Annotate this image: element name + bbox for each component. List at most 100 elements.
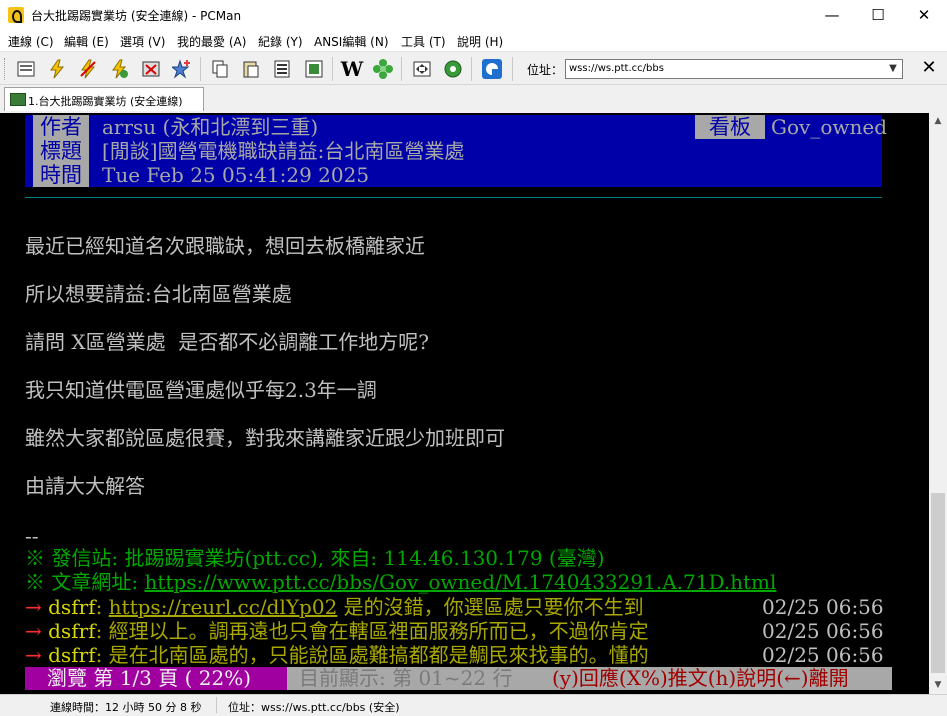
tab-bar: 1.台大批踢踢實業坊 (安全連線) [0,85,947,113]
url-line: ※ 文章網址: https://www.ptt.cc/bbs/Gov_owned… [25,571,776,593]
url-prefix: ※ 文章網址: [25,570,145,594]
fullscreen-button[interactable] [410,57,434,81]
toolbar-separator [471,57,472,81]
push-arrow: → [25,595,42,619]
address-combobox[interactable]: ▼ [565,59,903,79]
time-label: 時間 [33,163,89,187]
scroll-down-icon[interactable]: ▼ [929,677,947,694]
close-tab-button[interactable]: ✕ [918,57,940,79]
paste-icon [243,61,259,78]
push-user: dsfrf [48,595,96,619]
quick-connect-icon [50,59,65,79]
menu-help[interactable]: 說明 (H) [457,33,503,50]
settings-button[interactable] [441,57,465,81]
menu-options[interactable]: 選項 (V) [120,33,165,50]
key-hints: (y)回應(X%)推文(h)說明(←)離開 [552,666,849,690]
toolbar: W 位址： ▼ ✕ [0,52,947,85]
toolbar-separator [200,57,201,81]
close-button[interactable]: ✕ [901,0,947,30]
push-content: 是的沒錯，你選區處只要你不生到 [337,595,644,619]
push-arrow: → [25,619,42,643]
disconnect-icon [80,59,96,79]
author-value: arrsu (永和北漂到三重) [102,115,319,139]
origin-line: ※ 發信站: 批踢踢實業坊(ptt.cc), 來自: 114.46.130.17… [25,546,605,570]
maximize-button[interactable]: ☐ [855,0,901,30]
board-value: Gov_owned [771,115,887,139]
copy-button[interactable] [208,57,232,81]
tab-ptt[interactable]: 1.台大批踢踢實業坊 (安全連線) [4,87,204,111]
reconnect-icon [112,59,128,79]
quick-connect-button[interactable] [45,57,69,81]
menu-favorites[interactable]: 我的最愛 (A) [177,33,246,50]
settings-gear-icon [444,60,462,78]
chevron-down-icon[interactable]: ▼ [886,61,900,77]
push-content: 是在北南區處的，只能說區處難搞都都是鯛民來找事的。懂的 [108,643,649,667]
add-favorite-button[interactable] [170,57,194,81]
body-line: 所以想要請益:台北南區營業處 [25,282,292,306]
wikipedia-icon[interactable]: W [340,57,364,81]
copy-icon [212,60,228,78]
address-label: 位址： [527,63,564,77]
toolbar-separator [401,57,402,81]
terminal-screen[interactable]: 作者 arrsu (永和北漂到三重) 看板 Gov_owned 標題 [閒談]國… [0,113,929,694]
tab-label: 1.台大批踢踢實業坊 (安全連線) [28,95,183,108]
reconnect-button[interactable] [107,57,131,81]
options-button[interactable] [371,57,395,81]
toolbar-separator [332,57,333,81]
menu-tools[interactable]: 工具 (T) [401,33,446,50]
status-bar: 連線時間：12 小時 50 分 8 秒 位址：wss://ws.ptt.cc/b… [0,694,947,716]
copy-article-button[interactable] [270,57,294,81]
pcman-button[interactable] [480,57,504,81]
push-user: dsfrf [48,643,96,667]
close-connection-button[interactable] [139,57,163,81]
copy-article-icon [274,60,290,78]
vertical-scrollbar[interactable]: ▲ ▼ [929,113,947,694]
article-url-link[interactable]: https://www.ptt.cc/bbs/Gov_owned/M.17404… [144,570,776,594]
push-row: → dsfrf: 是在北南區處的，只能說區處難搞都都是鯛民來找事的。懂的 [25,644,649,666]
scroll-up-icon[interactable]: ▲ [929,113,947,130]
menu-bar: 連線 (C) 編輯 (E) 選項 (V) 我的最愛 (A) 紀錄 (Y) ANS… [0,30,947,52]
title-bar: 台大批踢踢實業坊 (安全連線) - PCMan — ☐ ✕ [0,0,947,30]
push-sep: : [95,595,109,619]
menu-ansi-edit[interactable]: ANSI編輯 (N) [314,33,389,50]
author-label: 作者 [33,115,89,139]
paste-button[interactable] [239,57,263,81]
body-line: 雖然大家都說區處很賽，對我來講離家近跟少加班即可 [25,426,505,450]
signature-separator: -- [25,524,39,548]
header-divider [25,197,882,198]
screenshot-button[interactable] [302,57,326,81]
minimize-button[interactable]: — [809,0,855,30]
push-sep: : [95,643,109,667]
push-row: → dsfrf: https://reurl.cc/dlYp02 是的沒錯，你選… [25,596,644,618]
push-time: 02/25 06:56 [762,595,884,619]
scroll-thumb[interactable] [931,493,945,673]
article-header: 作者 arrsu (永和北漂到三重) 看板 Gov_owned 標題 [閒談]國… [25,115,887,187]
tab-terminal-icon [10,93,26,106]
new-connection-icon [17,61,35,77]
screenshot-icon [305,60,323,78]
new-connection-button[interactable] [14,57,38,81]
push-row: → dsfrf: 經理以上。調再遠也只會在轄區裡面服務所而已，不過你肯定 [25,620,649,642]
time-value: Tue Feb 25 05:41:29 2025 [102,163,370,187]
toolbar-grip[interactable] [4,58,8,80]
title-value: [閒談]國營電機職缺請益:台北南區營業處 [102,139,465,163]
page-indicator: 瀏覽 第 1/3 頁 ( 22%) [25,667,287,690]
push-link[interactable]: https://reurl.cc/dlYp02 [109,595,338,619]
body-line: 請問 X區營業處 是否都不必調離工作地方呢? [25,330,430,354]
push-content: 經理以上。調再遠也只會在轄區裡面服務所而已，不過你肯定 [108,619,649,643]
disconnect-button[interactable] [76,57,100,81]
address-input[interactable] [569,61,879,76]
menu-history[interactable]: 紀錄 (Y) [258,33,303,50]
favorite-add-icon [172,59,190,79]
window-title: 台大批踢踢實業坊 (安全連線) - PCMan [31,9,242,23]
menu-edit[interactable]: 編輯 (E) [64,33,109,50]
menu-connection[interactable]: 連線 (C) [8,33,54,50]
options-flower-icon [373,59,393,79]
push-time: 02/25 06:56 [762,643,884,667]
status-divider [216,697,217,713]
push-user: dsfrf [48,619,96,643]
body-line: 由請大大解答 [25,474,145,498]
push-sep: : [95,619,109,643]
app-logo-icon [8,7,24,23]
push-arrow: → [25,643,42,667]
